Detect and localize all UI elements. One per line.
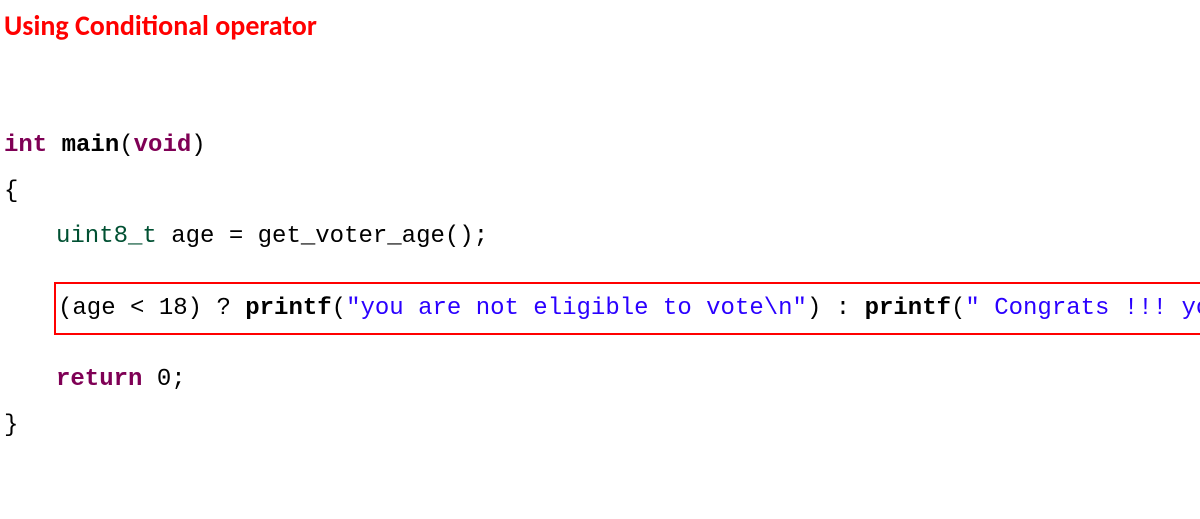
code-line-brace-open: {	[4, 169, 1200, 215]
paren-open: (	[119, 132, 133, 159]
return-val: 0;	[142, 366, 185, 393]
keyword-int: int	[4, 132, 47, 159]
space	[850, 295, 864, 322]
page-title: Using Conditional operator	[0, 0, 1200, 43]
equals: =	[229, 223, 243, 250]
code-line-brace-close: }	[4, 403, 1200, 449]
fn-printf-2: printf	[865, 295, 951, 322]
string-not-eligible: "you are not eligible to vote\n"	[346, 295, 807, 322]
expr-open: (age	[58, 295, 130, 322]
op-colon: :	[836, 295, 850, 322]
code-line-main: int main(void)	[4, 123, 1200, 169]
brace-open: {	[4, 178, 18, 205]
paren-close-1: )	[807, 295, 836, 322]
fn-printf-1: printf	[245, 295, 331, 322]
num-18: 18)	[144, 295, 216, 322]
blank-line	[4, 335, 1200, 357]
type-uint8: uint8_t	[56, 223, 157, 250]
code-block: int main(void) { uint8_t age = get_voter…	[0, 43, 1200, 449]
string-congrats: " Congrats !!! you can vote\n"	[965, 295, 1200, 322]
op-question: ?	[216, 295, 230, 322]
op-lt: <	[130, 295, 144, 322]
call-getvoterage: get_voter_age();	[243, 223, 488, 250]
code-line-decl: uint8_t age = get_voter_age();	[4, 214, 1200, 260]
blank-line	[4, 260, 1200, 282]
paren-open-1: (	[332, 295, 346, 322]
keyword-void: void	[134, 132, 192, 159]
brace-close: }	[4, 412, 18, 439]
code-line-ternary: (age < 18) ? printf("you are not eligibl…	[4, 282, 1200, 336]
paren-open-2: (	[951, 295, 965, 322]
space	[47, 132, 61, 159]
function-main: main	[62, 132, 120, 159]
keyword-return: return	[56, 366, 142, 393]
paren-close: )	[191, 132, 205, 159]
highlight-box: (age < 18) ? printf("you are not eligibl…	[54, 282, 1200, 336]
space	[231, 295, 245, 322]
var-age: age	[157, 223, 229, 250]
code-line-return: return 0;	[4, 357, 1200, 403]
